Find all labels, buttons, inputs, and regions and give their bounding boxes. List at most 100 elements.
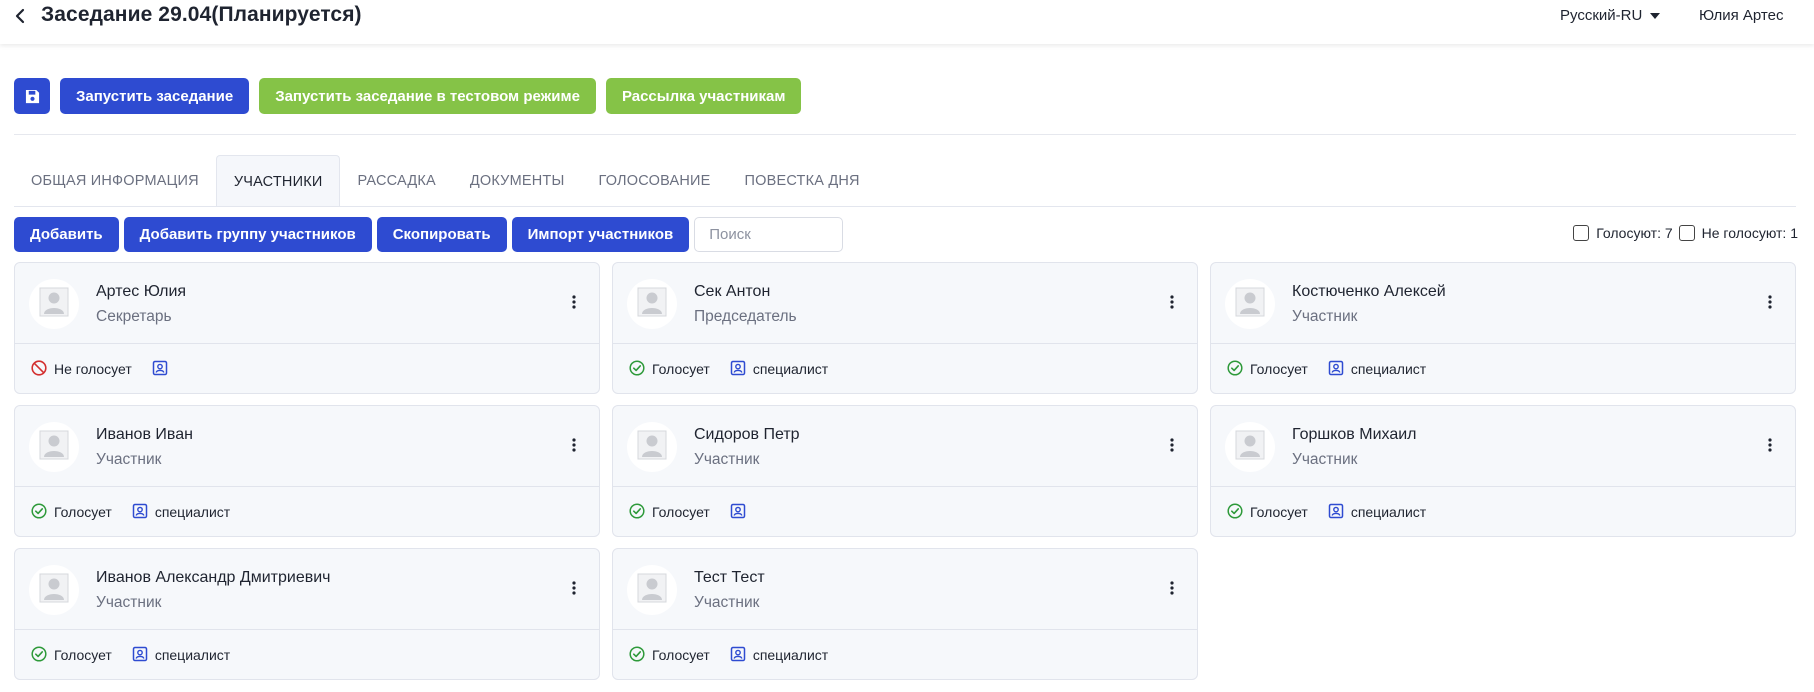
specialist-label: специалист (752, 361, 829, 377)
card-menu-button[interactable] (567, 294, 581, 314)
card-menu-button[interactable] (1165, 437, 1179, 457)
language-select[interactable]: Русский-RU (1560, 7, 1661, 24)
avatar-placeholder-icon (637, 287, 667, 322)
participant-card[interactable]: Костюченко Алексей Участник Голосует специа… (1210, 262, 1796, 394)
tab-voting[interactable]: ГОЛОСОВАНИЕ (582, 155, 728, 207)
add-button[interactable]: Добавить (14, 217, 119, 252)
check-circle-icon (31, 502, 47, 522)
specialist-badge[interactable]: специалист (730, 646, 828, 665)
id-badge-icon (152, 360, 168, 379)
participant-name: Иванов Иван (96, 426, 193, 443)
participant-card[interactable]: Тест Тест Участник Голосует специалист (612, 548, 1198, 680)
not-voting-checkbox[interactable] (1678, 225, 1695, 241)
filter-voting[interactable]: Голосуют: 7 (1573, 225, 1673, 241)
mailing-button[interactable]: Рассылка участникам (605, 78, 802, 114)
participant-name: Сек Антон (694, 283, 771, 300)
participant-card[interactable]: Сидоров Петр Участник Голосует (612, 405, 1198, 537)
tab-seating[interactable]: РАССАДКА (340, 155, 452, 207)
specialist-badge[interactable]: специалист (1328, 503, 1426, 522)
id-badge-icon (132, 646, 148, 665)
tab-agenda[interactable]: ПОВЕСТКА ДНЯ (728, 155, 877, 207)
tab-documents[interactable]: ДОКУМЕНТЫ (453, 155, 582, 207)
more-vertical-icon (1170, 437, 1174, 457)
add-group-button[interactable]: Добавить группу участников (123, 217, 372, 252)
participant-name: Тест Тест (694, 569, 765, 586)
participant-role: Участник (1292, 308, 1358, 325)
specialist-label: специалист (752, 647, 829, 663)
vote-status-label: Голосует (54, 504, 112, 520)
id-badge-icon (132, 503, 148, 522)
card-menu-button[interactable] (567, 437, 581, 457)
card-footer: Голосует специалист (613, 630, 1197, 680)
participant-card[interactable]: Горшков Михаил Участник Голосует специалист (1210, 405, 1796, 537)
specialist-badge[interactable]: специалист (1328, 360, 1426, 379)
vote-status-label: Голосует (652, 504, 710, 520)
specialist-badge[interactable]: специалист (730, 360, 828, 379)
avatar (29, 565, 79, 615)
page-title: Заседание 29.04(Планируется) (41, 3, 362, 26)
tab-participants[interactable]: УЧАСТНИКИ (215, 155, 341, 207)
specialist-label: специалист (1350, 504, 1427, 520)
save-button[interactable] (14, 78, 50, 114)
specialist-label: специалист (1350, 361, 1427, 377)
id-badge-icon (1328, 503, 1344, 522)
check-circle-icon (1227, 359, 1243, 379)
more-vertical-icon (572, 294, 576, 314)
tab-general-info[interactable]: ОБЩАЯ ИНФОРМАЦИЯ (14, 155, 216, 207)
participant-card[interactable]: Иванов Иван Участник Голосует специалист (14, 405, 600, 537)
participant-card[interactable]: Иванов Александр Дмитриевич Участник Голос… (14, 548, 600, 680)
user-menu[interactable]: Юлия Артес (1699, 7, 1783, 24)
avatar (29, 279, 79, 329)
card-menu-button[interactable] (1165, 294, 1179, 314)
participant-role: Участник (96, 451, 162, 468)
filter-not-voting[interactable]: Не голосуют: 1 (1678, 225, 1798, 241)
main-toolbar: Запустить заседание Запустить заседание … (14, 78, 802, 114)
avatar (1225, 422, 1275, 472)
search-input[interactable] (694, 217, 844, 252)
more-vertical-icon (572, 580, 576, 600)
participant-card[interactable]: Артес Юлия Секретарь Не голосует (14, 262, 600, 394)
tabs-divider (14, 206, 1796, 207)
avatar (1225, 279, 1275, 329)
specialist-badge[interactable] (730, 503, 753, 522)
participant-name: Горшков Михаил (1292, 426, 1417, 443)
language-label: Русский-RU (1560, 7, 1643, 24)
specialist-badge[interactable] (152, 360, 175, 379)
participant-card[interactable]: Сек Антон Председатель Голосует специалист (612, 262, 1198, 394)
participant-name: Костюченко Алексей (1292, 283, 1446, 300)
start-test-meeting-button[interactable]: Запустить заседание в тестовом режиме (259, 78, 596, 114)
vote-status: Голосует (1227, 359, 1308, 379)
specialist-badge[interactable]: специалист (132, 646, 230, 665)
vote-status-label: Голосует (1250, 504, 1308, 520)
vote-status-label: Не голосует (54, 361, 132, 377)
card-footer: Голосует специалист (613, 344, 1197, 394)
card-menu-button[interactable] (1763, 437, 1777, 457)
card-footer: Голосует специалист (15, 630, 599, 680)
check-circle-icon (629, 645, 645, 665)
avatar-placeholder-icon (1235, 287, 1265, 322)
more-vertical-icon (1170, 580, 1174, 600)
check-circle-icon (629, 359, 645, 379)
card-menu-button[interactable] (567, 580, 581, 600)
card-header: Костюченко Алексей Участник (1211, 263, 1795, 344)
card-menu-button[interactable] (1763, 294, 1777, 314)
avatar-placeholder-icon (39, 430, 69, 465)
more-vertical-icon (1768, 294, 1772, 314)
specialist-badge[interactable]: специалист (132, 503, 230, 522)
import-button[interactable]: Импорт участников (511, 217, 690, 252)
card-footer: Голосует (613, 487, 1197, 537)
vote-status: Голосует (629, 645, 710, 665)
participants-actions: Добавить Добавить группу участников Скоп… (14, 217, 844, 252)
participant-role: Участник (1292, 451, 1358, 468)
back-button[interactable] (10, 4, 30, 28)
vote-status: Голосует (629, 502, 710, 522)
start-meeting-button[interactable]: Запустить заседание (60, 78, 250, 114)
vote-status: Голосует (31, 645, 112, 665)
card-footer: Голосует специалист (1211, 344, 1795, 394)
vote-status: Голосует (629, 359, 710, 379)
voting-checkbox[interactable] (1573, 225, 1590, 241)
card-header: Сек Антон Председатель (613, 263, 1197, 344)
card-menu-button[interactable] (1165, 580, 1179, 600)
card-footer: Голосует специалист (15, 487, 599, 537)
copy-button[interactable]: Скопировать (376, 217, 507, 252)
